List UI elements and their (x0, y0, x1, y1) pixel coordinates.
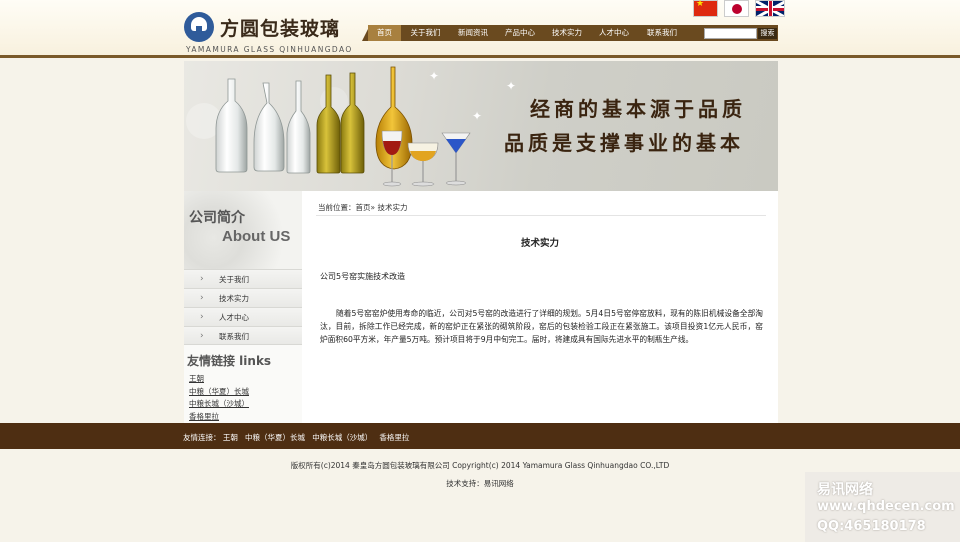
footer-link[interactable]: 中粮（华夏）长城 (245, 433, 305, 442)
article-subtitle: 公司5号窑实施技术改造 (320, 272, 406, 281)
friend-link[interactable]: 中粮长城（沙城） (189, 398, 249, 411)
breadcrumb-home-link[interactable]: 首页 (356, 203, 371, 212)
friend-links-heading: 友情链接 links (187, 354, 272, 368)
friend-link[interactable]: 香格里拉 (189, 411, 249, 424)
watermark: 易讯网络 www.qhdecen.com QQ:465180178 (805, 472, 960, 542)
about-heading-cn: 公司简介 (189, 210, 245, 226)
nav-technology[interactable]: 技术实力 (544, 25, 590, 41)
flag-china-icon[interactable] (693, 0, 718, 17)
main-nav: 首页 关于我们 新闻资讯 产品中心 技术实力 人才中心 联系我们 (368, 25, 686, 41)
sidebar-item-contact[interactable]: 联系我们 (184, 326, 302, 346)
footer-links: 友情连接： 王朝 中粮（华夏）长城 中粮长城（沙城） 香格里拉 (183, 432, 409, 443)
nav-about[interactable]: 关于我们 (401, 25, 450, 41)
footer-link[interactable]: 中粮长城（沙城） (312, 433, 372, 442)
sidebar-item-about[interactable]: 关于我们 (184, 269, 302, 289)
logo-english-name: YAMAMURA GLASS QINHUANGDAO (186, 45, 353, 54)
breadcrumb: 当前位置：首页» 技术实力 (318, 202, 407, 213)
sidebar-menu: 关于我们 技术实力 人才中心 联系我们 (184, 269, 302, 346)
watermark-name: 易讯网络 (817, 482, 873, 498)
copyright-text: 版权所有(c)2014 秦皇岛方圆包装玻璃有限公司 Copyright(c) 2… (290, 461, 670, 470)
sparkle-icon: ✦ (506, 79, 517, 93)
footer-links-label: 友情连接： (183, 433, 221, 442)
hero-banner: ✦ ✦ ✦ 经商的基本源于品质 品质是支撑事业的基本 (184, 61, 778, 191)
article-body: 随着5号窑窑炉使用寿命的临近，公司对5号窑的改造进行了详细的规划。5月4日5号窑… (320, 309, 763, 345)
glass-bottles-illustration (186, 66, 471, 187)
page-title: 技术实力 (520, 238, 559, 249)
main-content: 当前位置：首页» 技术实力 技术实力 公司5号窑实施技术改造 随着5号窑窑炉使用… (302, 191, 778, 423)
banner-slogan-line2: 品质是支撑事业的基本 (504, 131, 744, 155)
search-button[interactable]: 搜索 (758, 28, 777, 39)
sidebar-item-careers[interactable]: 人才中心 (184, 307, 302, 327)
about-heading-panel: 公司简介 About US (184, 191, 302, 269)
sidebar: 公司简介 About US 关于我们 技术实力 人才中心 联系我们 友情链接 l… (184, 191, 302, 423)
logo-chinese-name: 方圆包装玻璃 (220, 18, 341, 40)
breadcrumb-label: 当前位置： (318, 203, 356, 212)
breadcrumb-current: 技术实力 (375, 203, 408, 212)
footer-link[interactable]: 王朝 (223, 433, 238, 442)
tech-support-label: 技术支持： (446, 479, 484, 488)
sparkle-icon: ✦ (472, 109, 483, 123)
tech-support-link[interactable]: 易讯网络 (484, 479, 514, 488)
site-header: 方圆包装玻璃 YAMAMURA GLASS QINHUANGDAO 首页 关于我… (0, 0, 960, 58)
friend-link[interactable]: 中粮（华夏）长城 (189, 386, 249, 399)
watermark-qq: QQ:465180178 (817, 519, 926, 534)
flag-uk-icon[interactable] (755, 0, 785, 17)
logo-emblem-icon (184, 12, 214, 42)
nav-careers[interactable]: 人才中心 (590, 25, 638, 41)
nav-contact[interactable]: 联系我们 (638, 25, 686, 41)
footer-link[interactable]: 香格里拉 (379, 433, 409, 442)
nav-home[interactable]: 首页 (368, 25, 401, 41)
friend-links-list: 王朝 中粮（华夏）长城 中粮长城（沙城） 香格里拉 (189, 373, 249, 423)
divider (316, 215, 766, 216)
nav-products[interactable]: 产品中心 (496, 25, 544, 41)
search-input[interactable] (704, 28, 757, 39)
footer-links-bar: 友情连接： 王朝 中粮（华夏）长城 中粮长城（沙城） 香格里拉 (0, 423, 960, 449)
sidebar-item-technology[interactable]: 技术实力 (184, 288, 302, 308)
nav-news[interactable]: 新闻资讯 (450, 25, 496, 41)
company-logo[interactable]: 方圆包装玻璃 YAMAMURA GLASS QINHUANGDAO (184, 10, 351, 56)
language-switcher (693, 0, 785, 17)
sparkle-icon: ✦ (429, 69, 440, 83)
about-heading-en: About US (222, 228, 291, 245)
watermark-url: www.qhdecen.com (817, 499, 955, 514)
friend-link[interactable]: 王朝 (189, 373, 249, 386)
flag-japan-icon[interactable] (724, 0, 749, 17)
banner-slogan-line1: 经商的基本源于品质 (530, 97, 746, 121)
